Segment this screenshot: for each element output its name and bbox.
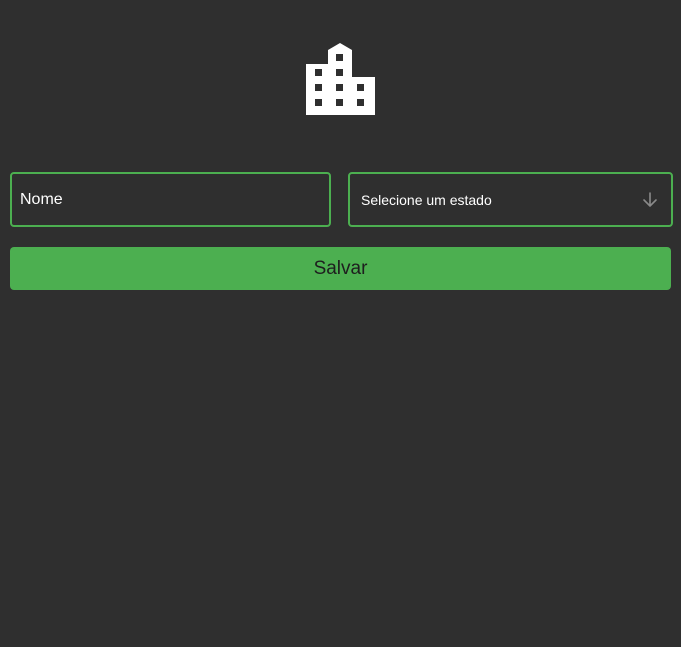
state-select-label: Selecione um estado — [361, 191, 492, 208]
page: Selecione um estado Salvar — [0, 0, 681, 647]
name-field[interactable] — [10, 172, 331, 227]
arrow-down-icon — [641, 191, 659, 209]
name-input[interactable] — [12, 174, 329, 225]
state-select[interactable]: Selecione um estado — [348, 172, 673, 227]
city-building-icon — [305, 42, 376, 116]
save-button[interactable]: Salvar — [10, 247, 671, 290]
